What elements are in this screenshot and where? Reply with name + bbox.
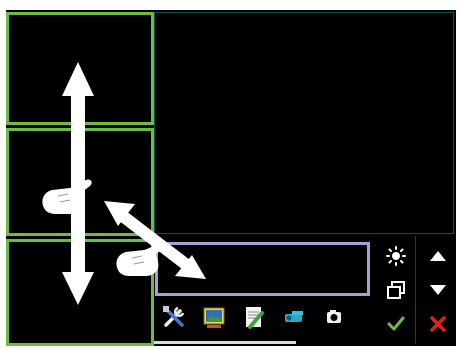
window-restore-button[interactable]	[378, 272, 414, 308]
notes-icon[interactable]	[240, 303, 268, 331]
bottom-left-panel[interactable]	[6, 239, 154, 346]
brightness-icon	[386, 246, 406, 266]
confirm-button[interactable]	[378, 306, 414, 342]
wrench-screwdriver-icon[interactable]	[160, 303, 188, 331]
image-gallery-icon[interactable]	[200, 303, 228, 331]
toolbar-underline	[154, 341, 296, 344]
projector-icon[interactable]	[280, 303, 308, 331]
brightness-button[interactable]	[378, 238, 414, 274]
confirm-check-icon	[387, 316, 405, 331]
close-icon	[430, 316, 446, 332]
scroll-down-icon	[430, 285, 446, 295]
window-restore-icon	[387, 281, 405, 299]
middle-left-panel[interactable]	[6, 128, 154, 236]
camera-icon[interactable]	[320, 303, 348, 331]
main-view-panel[interactable]	[154, 12, 454, 234]
scroll-up-icon	[430, 251, 446, 261]
scroll-down-button[interactable]	[420, 272, 456, 308]
button-grid-divider	[415, 236, 416, 344]
scroll-up-button[interactable]	[420, 238, 456, 274]
close-button[interactable]	[420, 306, 456, 342]
bottom-toolbar	[154, 298, 374, 342]
tablet-screen	[0, 0, 460, 349]
selected-panel[interactable]	[155, 242, 370, 296]
top-left-panel[interactable]	[6, 12, 154, 125]
